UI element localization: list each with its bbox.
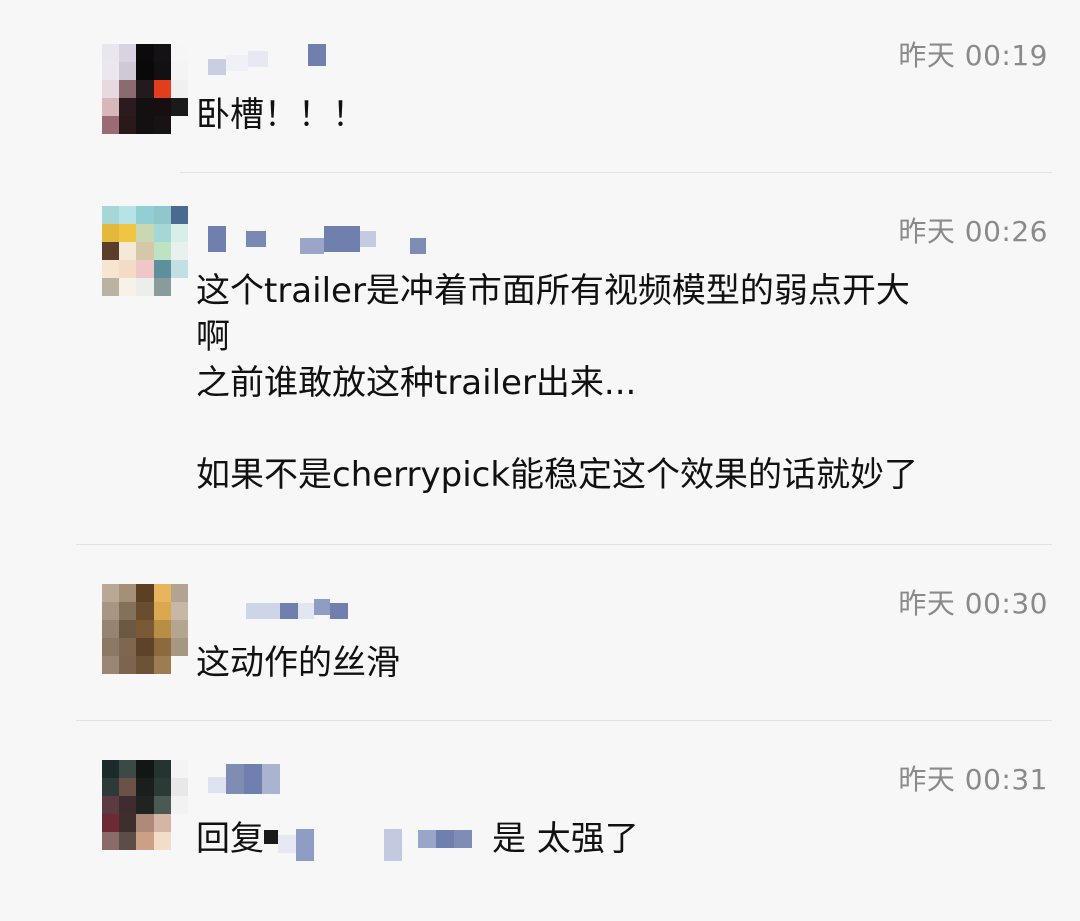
avatar[interactable] [102, 584, 188, 674]
comment-item[interactable]: 昨天 00:26 这个trailer是冲着市面所有视频模型的弱点开大 啊 之前谁… [0, 172, 1080, 544]
reply-target-username-blurred[interactable] [264, 817, 472, 861]
comment-text: 是 太强了 [492, 819, 639, 859]
username-blurred[interactable] [208, 44, 326, 75]
comment-text: 这动作的丝滑 [196, 643, 400, 683]
comment-item[interactable]: 昨天 00:30 这动作的丝滑 [0, 544, 1080, 720]
comment-timestamp: 昨天 00:30 [898, 587, 1048, 620]
reply-prefix: 回复 [196, 819, 264, 859]
comment-timestamp: 昨天 00:26 [898, 215, 1048, 248]
avatar[interactable] [102, 44, 188, 134]
username-blurred[interactable] [246, 592, 348, 622]
avatar[interactable] [102, 206, 188, 296]
comment-item[interactable]: 昨天 00:31 回复 是 太强了 [0, 720, 1080, 921]
comment-text: 卧槽！！！ [196, 95, 366, 135]
comment-timestamp: 昨天 00:19 [898, 39, 1048, 72]
comment-item[interactable]: 昨天 00:19 卧槽！！！ [0, 0, 1080, 172]
comment-text: 这个trailer是冲着市面所有视频模型的弱点开大 啊 之前谁敢放这种trail… [196, 271, 919, 495]
reply-text-line: 回复 是 太强了 [196, 816, 1040, 862]
comment-timestamp: 昨天 00:31 [898, 763, 1048, 796]
username-blurred[interactable] [208, 224, 426, 254]
comment-list: 昨天 00:19 卧槽！！！ 昨天 00:26 这个trailer是冲着市面所有… [0, 0, 1080, 921]
username-blurred[interactable] [208, 764, 280, 794]
avatar[interactable] [102, 760, 188, 850]
